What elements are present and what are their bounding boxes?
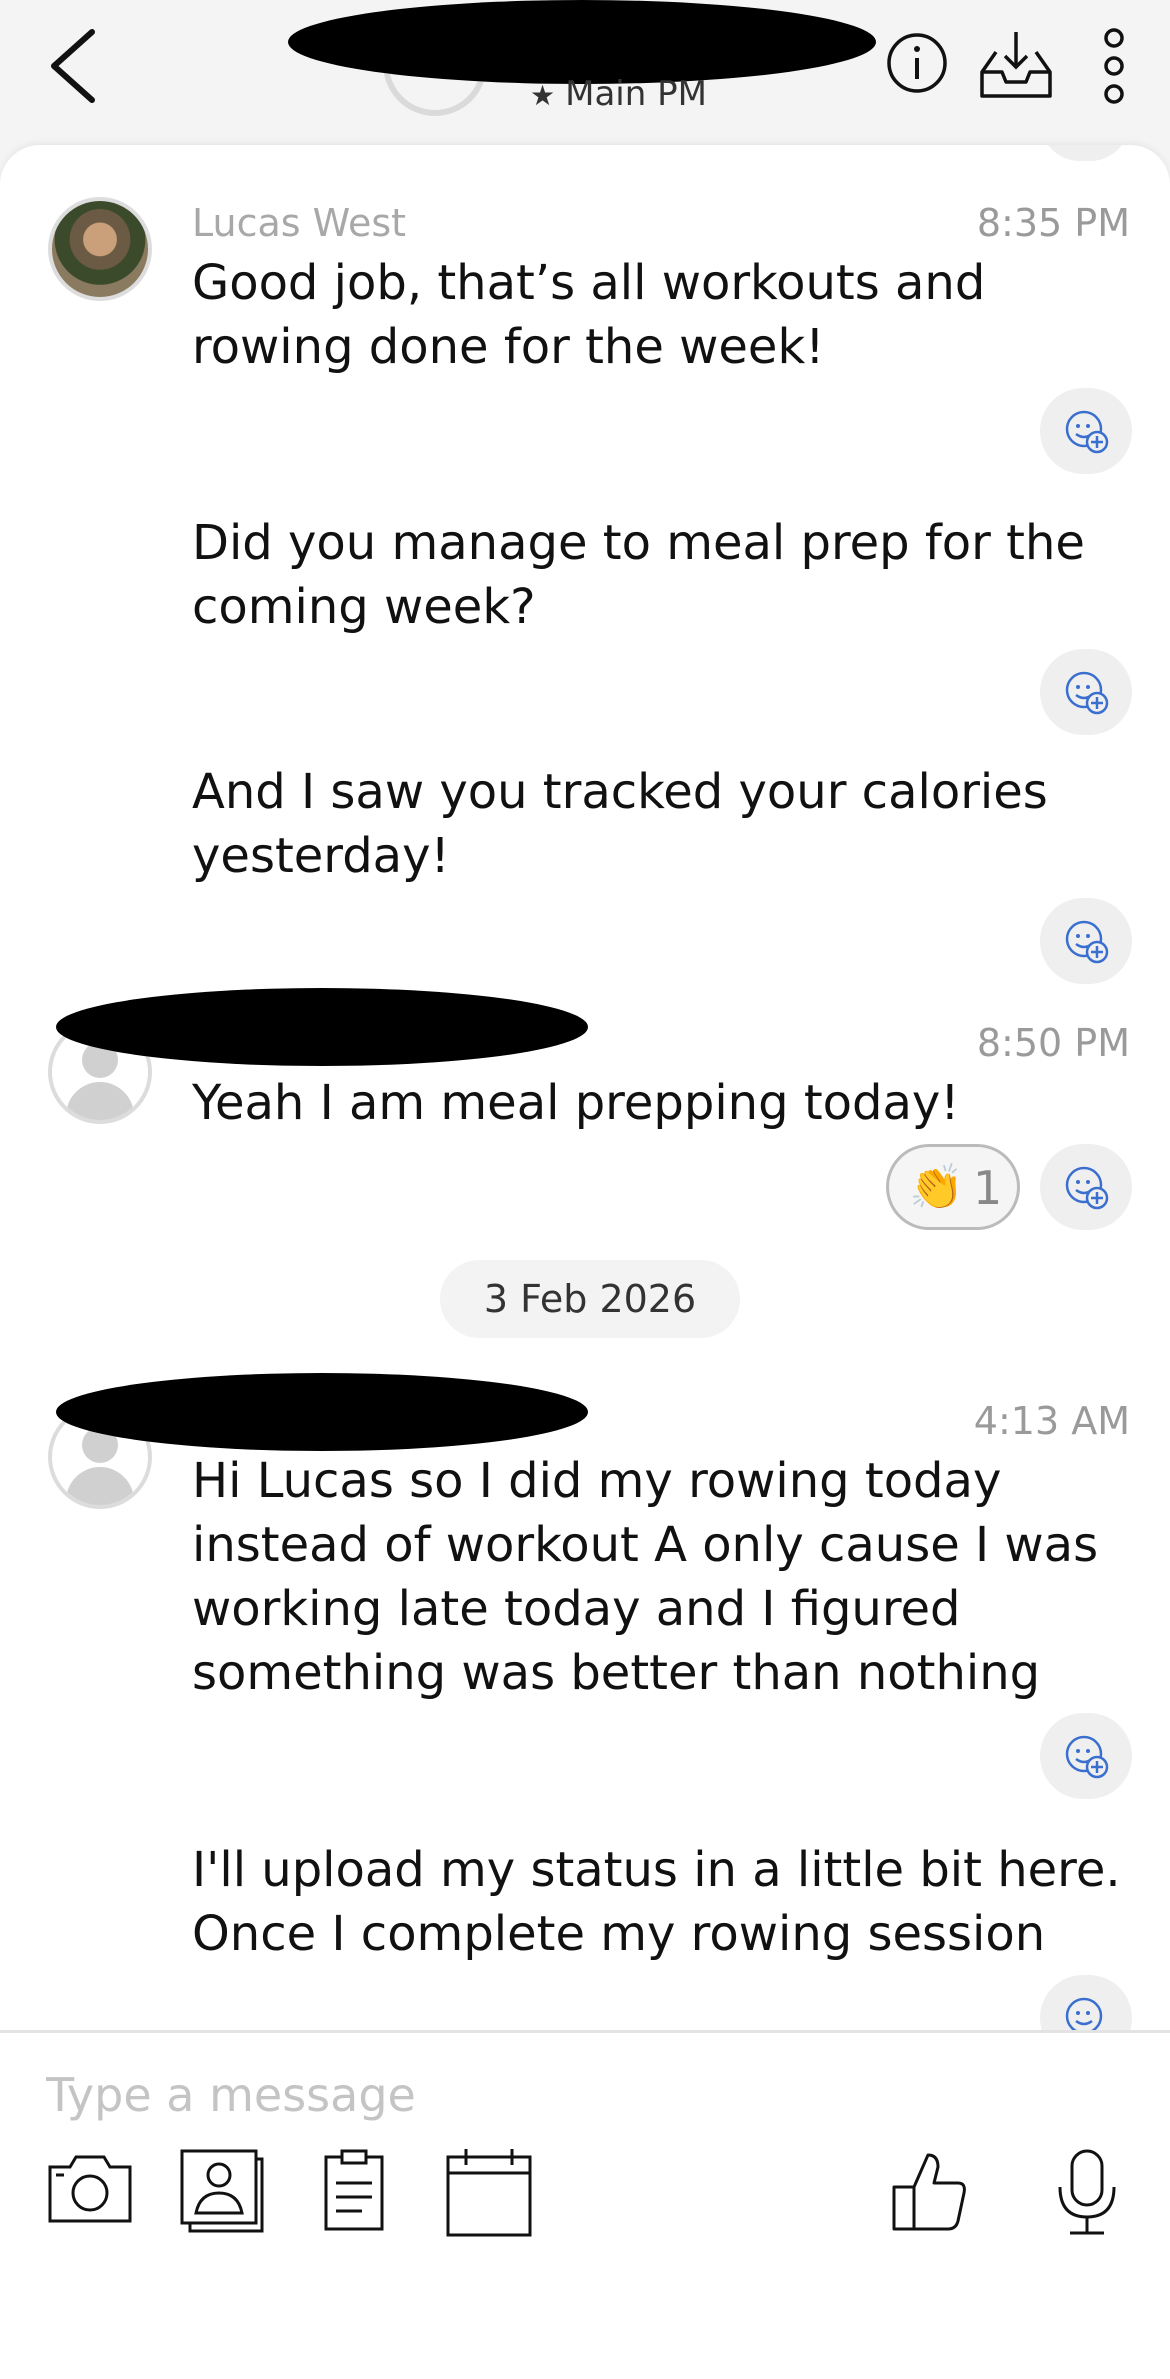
document-button[interactable]: [322, 2147, 386, 2237]
more-vertical-icon: [1104, 28, 1124, 104]
message-text: Did you manage to meal prep for the comi…: [192, 515, 1085, 635]
redacted-chat-title: [288, 0, 876, 84]
message-time: 8:50 PM: [976, 1021, 1130, 1065]
contact-card-icon: [180, 2149, 264, 2233]
message-composer: [0, 2030, 1170, 2379]
camera-icon: [48, 2155, 132, 2223]
add-reaction-button[interactable]: [1040, 1975, 1132, 2030]
star-icon: ★: [530, 79, 556, 112]
add-reaction-button[interactable]: [1040, 898, 1132, 984]
microphone-icon: [1058, 2149, 1116, 2235]
message-list[interactable]: Lucas West 8:35 PM Good job, that’s all …: [0, 145, 1170, 2030]
message-input[interactable]: [44, 2059, 1128, 2131]
redacted-sender-name: [56, 1373, 588, 1451]
clapping-hands-icon: 👏: [909, 1162, 964, 1213]
camera-button[interactable]: [46, 2147, 134, 2231]
inbox-download-icon: [980, 32, 1052, 98]
add-reaction-icon: [1065, 1735, 1109, 1779]
calendar-icon: [446, 2149, 532, 2237]
microphone-button[interactable]: [1052, 2147, 1122, 2243]
add-reaction-icon: [1065, 671, 1109, 715]
reaction-count: 1: [973, 1161, 1003, 1215]
message-text: Yeah I am meal prepping today!: [192, 1075, 960, 1131]
redacted-sender-name: [56, 988, 588, 1066]
add-reaction-button[interactable]: [1040, 388, 1132, 474]
info-button[interactable]: [886, 32, 948, 98]
reaction-chip[interactable]: 👏 1: [886, 1144, 1020, 1230]
add-reaction-icon: [1065, 920, 1109, 964]
thumbs-up-icon: [892, 2153, 966, 2231]
calendar-button[interactable]: [444, 2147, 534, 2243]
thumbs-up-button[interactable]: [888, 2147, 968, 2237]
chat-subtitle-text: Main PM: [565, 74, 707, 114]
add-reaction-button[interactable]: [1040, 649, 1132, 735]
add-reaction-icon: [1065, 1997, 1103, 2030]
add-reaction-button[interactable]: [1040, 1713, 1132, 1799]
message-text: Hi Lucas so I did my rowing today instea…: [192, 1453, 1099, 1701]
chat-header: ★ Main PM: [0, 0, 1170, 150]
info-icon: [887, 33, 947, 93]
message-text: And I saw you tracked your calories yest…: [192, 764, 1048, 884]
reaction-button-partial[interactable]: [1040, 145, 1130, 161]
add-reaction-icon: [1065, 1166, 1109, 1210]
back-icon: [51, 29, 95, 103]
sender-name: Lucas West: [192, 201, 407, 245]
inbox-button[interactable]: [978, 28, 1054, 104]
message-time: 8:35 PM: [976, 201, 1130, 245]
message-text: I'll upload my status in a little bit he…: [192, 1842, 1121, 1962]
avatar-lucas[interactable]: [48, 197, 152, 301]
contact-card-button[interactable]: [178, 2147, 266, 2237]
add-reaction-icon: [1065, 410, 1109, 454]
message-text: Good job, that’s all workouts and rowing…: [192, 255, 986, 375]
more-button[interactable]: [1098, 26, 1130, 110]
message-time: 4:13 AM: [973, 1399, 1130, 1443]
add-reaction-button[interactable]: [1040, 1144, 1132, 1230]
back-button[interactable]: [40, 20, 110, 110]
date-divider: 3 Feb 2026: [440, 1260, 740, 1338]
document-icon: [324, 2149, 384, 2231]
chat-subtitle: ★ Main PM: [530, 74, 707, 114]
